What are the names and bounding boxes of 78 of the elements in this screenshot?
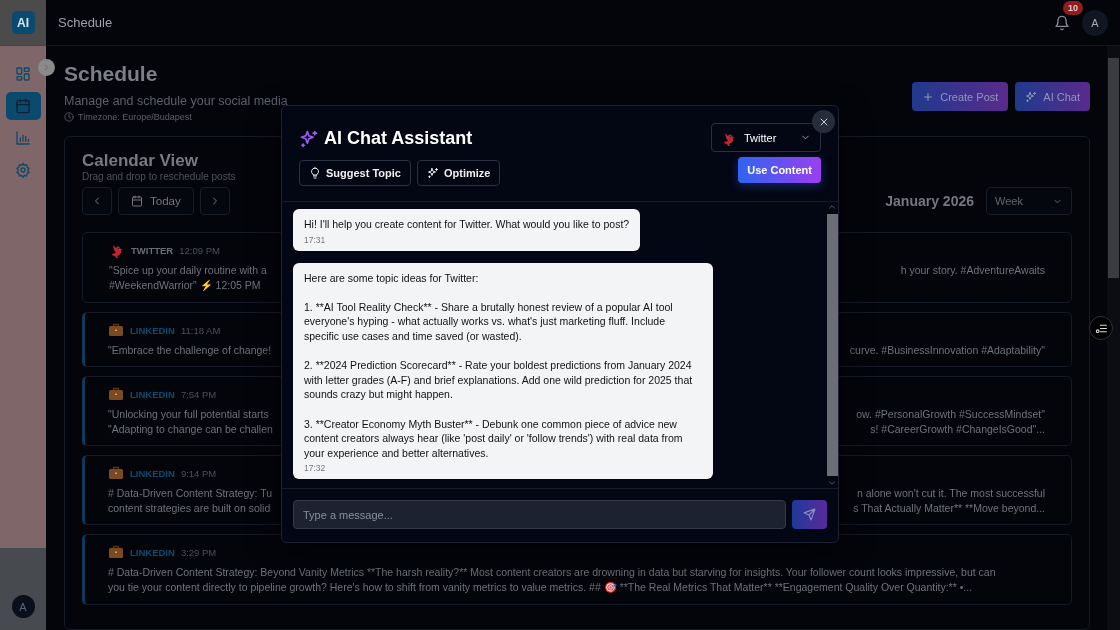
platform-label: LINKEDIN xyxy=(130,546,175,558)
post-text: s! #CareerGrowth #ChangeIsGood"... xyxy=(870,423,1045,435)
briefcase-icon xyxy=(108,544,124,560)
briefcase-icon xyxy=(108,465,124,481)
user-avatar[interactable]: A xyxy=(11,595,35,618)
send-button[interactable] xyxy=(792,500,827,529)
plus-icon xyxy=(922,90,935,103)
optimize-button[interactable]: Optimize xyxy=(416,160,501,186)
post-text: "Adapting to change can be challen xyxy=(108,423,273,435)
create-post-button[interactable]: Create Post xyxy=(912,82,1009,111)
platform-label: TWITTER xyxy=(131,244,174,256)
dashboard-icon xyxy=(15,66,31,82)
post-text: "Embrace the challenge of change! xyxy=(108,344,272,356)
post-text: content strategies are built on solid xyxy=(108,502,271,514)
post-time: 12:09 PM xyxy=(179,244,220,256)
platform-label: LINKEDIN xyxy=(130,388,175,400)
month-label: January 2026 xyxy=(885,193,974,209)
notifications-button[interactable] xyxy=(1054,14,1070,31)
chevron-right-icon xyxy=(42,63,51,72)
post-time: 7:54 PM xyxy=(180,388,217,400)
platform-label: LINKEDIN xyxy=(130,324,175,336)
message-time: 17:31 xyxy=(304,234,327,245)
ai-chat-button[interactable]: AI Chat xyxy=(1015,82,1090,111)
today-button[interactable]: Today xyxy=(118,187,194,215)
sparkle-icon xyxy=(1025,90,1038,103)
page-title: Schedule xyxy=(64,62,159,86)
view-dropdown[interactable]: Week xyxy=(986,187,1072,215)
post-text: s That Actually Matter** **Move beyond... xyxy=(853,502,1045,514)
message-input-field[interactable]: Type a message... xyxy=(293,500,786,529)
post-time: 11:18 AM xyxy=(180,324,221,336)
notification-count-badge: 10 xyxy=(1063,0,1083,15)
scrollbar[interactable] xyxy=(1107,46,1120,630)
timezone-label: Timezone: Europe/Budapest xyxy=(78,112,192,122)
post-text: curve. #BusinessInnovation #Adaptability" xyxy=(849,344,1045,356)
post-text: "Unlocking your full potential starts xyxy=(108,408,269,420)
briefcase-icon xyxy=(108,322,124,338)
app-logo: AI xyxy=(11,11,35,34)
page-breadcrumb: Schedule xyxy=(58,15,113,30)
calendar-subtitle: Drag and drop to reschedule posts xyxy=(82,171,236,182)
calendar-icon xyxy=(15,98,31,114)
post-text: n alone won't cut it. The most successful xyxy=(857,487,1045,499)
close-button[interactable] xyxy=(812,110,835,133)
post-text: # Data-Driven Content Strategy: Tu xyxy=(108,487,272,499)
platform-label: LINKEDIN xyxy=(130,467,175,479)
post-time: 9:14 PM xyxy=(180,467,217,479)
dialog-title: AI Chat Assistant xyxy=(324,128,473,149)
calendar-icon xyxy=(131,195,143,207)
platform-dropdown[interactable]: Twitter xyxy=(711,123,821,152)
briefcase-icon xyxy=(108,386,124,402)
post-text: # Data-Driven Content Strategy: Beyond Vanity Metrics **The harsh reality?** Most content creators are drowning in data but starving for insights. Your follower count looks impressive, but can xyxy=(108,566,996,578)
post-time: 3:29 PM xyxy=(180,546,217,558)
bar-chart-icon xyxy=(15,130,31,146)
post-text: h your story. #AdventureAwaits xyxy=(900,264,1045,276)
suggest-topic-button[interactable]: Suggest Topic xyxy=(299,160,411,186)
page-subtitle: Manage and schedule your social media xyxy=(64,94,288,108)
message-text: Hi! I'll help you create content for Twitter. What would you like to post? xyxy=(304,217,630,232)
settings-icon xyxy=(15,162,31,178)
clock-icon xyxy=(64,112,74,122)
bell-icon xyxy=(1054,14,1070,31)
send-icon xyxy=(803,508,816,521)
use-content-button[interactable]: Use Content xyxy=(738,157,821,183)
user-avatar[interactable]: A xyxy=(1082,9,1108,36)
post-text: "Spice up your daily routine with a xyxy=(109,264,267,276)
post-text: #WeekendWarrior" ⚡ 12:05 PM xyxy=(109,279,261,292)
sidebar-toggle-button[interactable] xyxy=(38,59,55,76)
scrollbar[interactable] xyxy=(826,202,838,488)
lightbulb-icon xyxy=(309,167,321,179)
post-text: ow. #PersonalGrowth #SuccessMindset" xyxy=(856,408,1045,420)
message-time: 17:32 xyxy=(304,463,327,474)
bird-icon xyxy=(109,242,125,258)
message-text: Here are some topic ideas for Twitter: 1. **AI Tool Reality Check** - Share a brutally honest review of a popular AI tool everyone's hyping - what actually works vs. what's just marketing fluff. Include specific use cases and time saved (or wasted). 2. **2024 Prediction Scorecard** - Rate your boldest predictions from January 2024 with letter grades (A-F) and brief explanations. Add one wild prediction for 2025 that sounds crazy but might happen. 3. **Creator Economy Myth Buster** - Debunk one common piece of advice new content creators always hear (like 'post daily' or 'follow trends') with real data from your experience and better alternatives. xyxy=(304,270,694,461)
post-text: you tie your content directly to pipeline growth? Here's how to shift from vanity metrics to value metrics. ## 🎯 **The Real Metrics That Matter** **Engagement Quality Over Quantity:** •... xyxy=(108,581,973,594)
chevron-down-icon xyxy=(827,478,837,488)
sidebar-nav-button[interactable] xyxy=(5,92,41,120)
sparkle-icon xyxy=(299,128,319,149)
calendar-title: Calendar View xyxy=(82,151,198,171)
sparkle-icon xyxy=(426,167,439,179)
chevron-up-icon xyxy=(827,202,837,212)
